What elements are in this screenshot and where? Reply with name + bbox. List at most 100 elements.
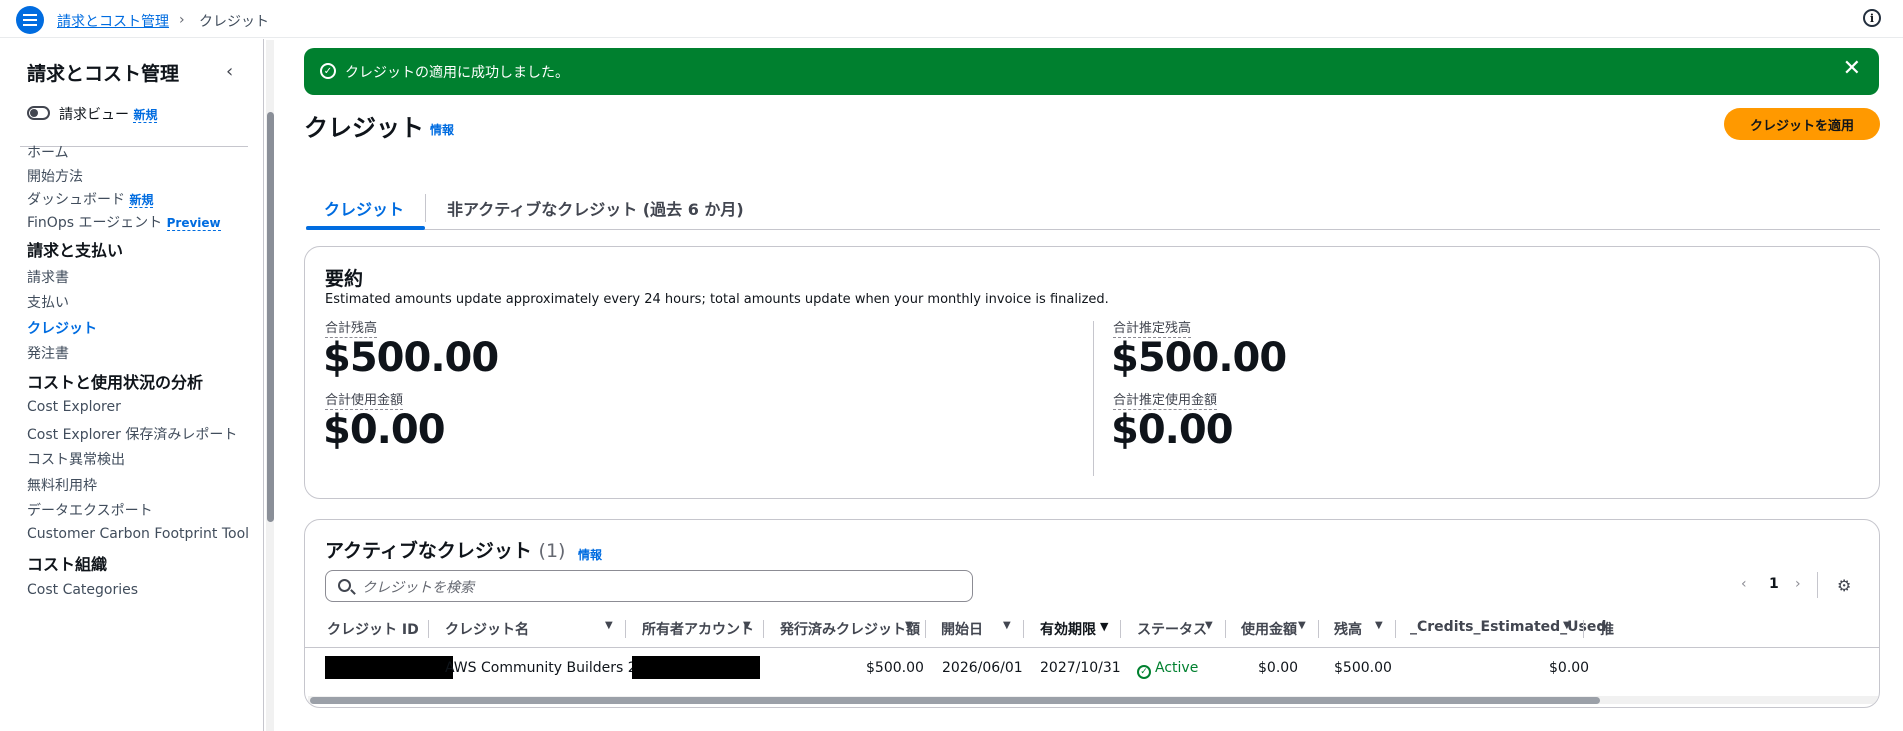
cell-expiry-date: 2027/10/31 [1040, 660, 1121, 676]
column-resizer[interactable] [1318, 620, 1319, 638]
active-tab-indicator [306, 226, 425, 230]
table-scrollbar-thumb[interactable] [310, 697, 1600, 704]
sidebar-item-cost-explorer[interactable]: Cost Explorer [27, 399, 121, 415]
sidebar-item-label: コスト異常検出 [27, 452, 125, 468]
sidebar-item-label: Cost Explorer [27, 399, 121, 415]
tab-inactive-credits[interactable]: 非アクティブなクレジット (過去 6 か月) [447, 196, 744, 220]
sidebar-item-bills[interactable]: 請求書 [27, 267, 69, 287]
search-input[interactable]: クレジットを検索 [325, 570, 973, 602]
sidebar-item-label: ホーム [27, 145, 69, 161]
menu-icon[interactable] [16, 6, 44, 34]
sidebar-item-anomaly-detection[interactable]: コスト異常検出 [27, 449, 125, 469]
sidebar-item-label: Cost Categories [27, 582, 139, 598]
redacted-credit-id [325, 656, 453, 679]
page-info-link[interactable]: 情報 [430, 121, 454, 138]
sidebar-item-home[interactable]: ホーム [27, 142, 69, 162]
sidebar-item-cost-categories[interactable]: Cost Categories [27, 582, 138, 598]
column-header-used[interactable]: 使用金額 [1241, 619, 1297, 639]
column-header-balance[interactable]: 残高 [1334, 619, 1362, 639]
new-badge[interactable]: 新規 [133, 108, 158, 123]
sort-icon[interactable]: ▼ [1003, 620, 1011, 631]
sort-icon[interactable]: ▼ [1205, 620, 1213, 631]
sidebar-item-data-exports[interactable]: データエクスポート [27, 500, 153, 520]
sidebar-scrollbar-thumb[interactable] [267, 112, 274, 522]
page-title: クレジット [304, 114, 424, 142]
sidebar-item-label: 発注書 [27, 346, 69, 362]
active-credits-info-link[interactable]: 情報 [578, 546, 602, 563]
sidebar-item-getting-started[interactable]: 開始方法 [27, 166, 83, 186]
cell-estimated-used: $0.00 [1549, 660, 1590, 676]
info-icon[interactable]: i [1863, 9, 1881, 27]
column-resizer[interactable] [625, 620, 626, 638]
cell-credit-name: AWS Community Builders 2026 [445, 660, 664, 676]
sidebar-item-saved-reports[interactable]: Cost Explorer 保存済みレポート [27, 424, 237, 444]
column-header-credit-id[interactable]: クレジット ID [327, 619, 419, 639]
sidebar-item-label: FinOps エージェント [27, 215, 163, 231]
sidebar-item-label: クレジット [27, 321, 97, 337]
active-credits-count: (1) [538, 540, 566, 562]
column-header-owner-account[interactable]: 所有者アカウント [642, 619, 754, 639]
column-resizer[interactable] [1395, 620, 1396, 638]
sidebar-item-carbon-footprint[interactable]: Customer Carbon Footprint Tool [27, 526, 249, 542]
breadcrumb-root-link[interactable]: 請求とコスト管理 [57, 11, 169, 31]
sidebar-item-label: Cost Explorer 保存済みレポート [27, 427, 238, 443]
summary-title: 要約 [325, 268, 364, 290]
toggle-label-text: 請求ビュー [59, 107, 129, 123]
sidebar-item-dashboard[interactable]: ダッシュボード 新規 [27, 189, 154, 209]
column-header-truncated[interactable]: 推 [1600, 619, 1614, 639]
estimated-balance-value: $500.00 [1111, 335, 1287, 381]
collapse-sidebar-icon[interactable]: ‹ [226, 61, 233, 82]
pager-prev-icon[interactable]: ‹ [1741, 576, 1747, 592]
sidebar-item-free-tier[interactable]: 無料利用枠 [27, 475, 97, 495]
settings-gear-icon[interactable]: ⚙ [1837, 576, 1851, 595]
column-resizer[interactable] [1225, 620, 1226, 638]
cell-used: $0.00 [1258, 660, 1299, 676]
column-header-expiry-date[interactable]: 有効期限 [1040, 619, 1096, 639]
sidebar-item-payments[interactable]: 支払い [27, 292, 69, 312]
tabs: クレジット 非アクティブなクレジット (過去 6 か月) [306, 186, 1880, 230]
sidebar-title: 請求とコスト管理 [27, 63, 180, 85]
column-resizer[interactable] [1583, 620, 1584, 638]
sort-icon[interactable]: ▼ [1563, 620, 1571, 631]
sidebar-item-purchase-orders[interactable]: 発注書 [27, 343, 69, 363]
sidebar-section-cost-org: コスト組織 [27, 555, 108, 574]
apply-credit-button[interactable]: クレジットを適用 [1724, 108, 1880, 140]
billing-view-toggle-label: 請求ビュー 新規 [59, 104, 158, 124]
column-resizer[interactable] [1023, 620, 1024, 638]
sort-icon[interactable]: ▼ [1298, 620, 1306, 631]
sidebar-item-label: 開始方法 [27, 169, 83, 185]
sort-icon[interactable]: ▼ [905, 620, 913, 631]
sort-icon[interactable]: ▼ [605, 620, 613, 631]
column-resizer[interactable] [1120, 620, 1121, 638]
active-credits-title-text: アクティブなクレジット [325, 540, 532, 562]
sort-icon[interactable]: ▼ [743, 620, 751, 631]
close-icon[interactable]: ✕ [1843, 58, 1861, 80]
sort-icon[interactable]: ▼ [1375, 620, 1383, 631]
search-icon [338, 579, 351, 592]
pager-page-number[interactable]: 1 [1769, 576, 1779, 592]
billing-view-toggle[interactable] [27, 106, 50, 120]
success-flash: ✓ クレジットの適用に成功しました。 ✕ [304, 48, 1879, 95]
column-resizer[interactable] [428, 620, 429, 638]
sidebar-item-label: 請求書 [27, 270, 69, 286]
summary-divider [1093, 321, 1094, 476]
new-badge[interactable]: 新規 [129, 193, 154, 208]
sidebar-item-label: データエクスポート [27, 503, 153, 519]
sidebar-item-label: ダッシュボード [27, 192, 125, 208]
column-resizer[interactable] [925, 620, 926, 638]
sidebar-item-finops-agent[interactable]: FinOps エージェント Preview [27, 212, 221, 232]
cell-start-date: 2026/06/01 [942, 660, 1023, 676]
table-header-divider [305, 647, 1879, 648]
sort-descending-icon[interactable]: ▼ [1100, 620, 1108, 633]
preview-badge[interactable]: Preview [166, 216, 221, 231]
column-header-issued-amount[interactable]: 発行済みクレジット額 [780, 619, 920, 639]
breadcrumb-current: クレジット [199, 14, 269, 30]
column-header-credit-name[interactable]: クレジット名 [445, 619, 529, 639]
tab-credits[interactable]: クレジット [324, 196, 404, 220]
column-resizer[interactable] [763, 620, 764, 638]
pager-next-icon[interactable]: › [1795, 576, 1801, 592]
column-header-start-date[interactable]: 開始日 [941, 619, 983, 639]
cell-balance: $500.00 [1334, 660, 1392, 676]
sidebar-item-credits[interactable]: クレジット [27, 318, 97, 338]
column-header-status[interactable]: ステータス [1137, 619, 1207, 639]
